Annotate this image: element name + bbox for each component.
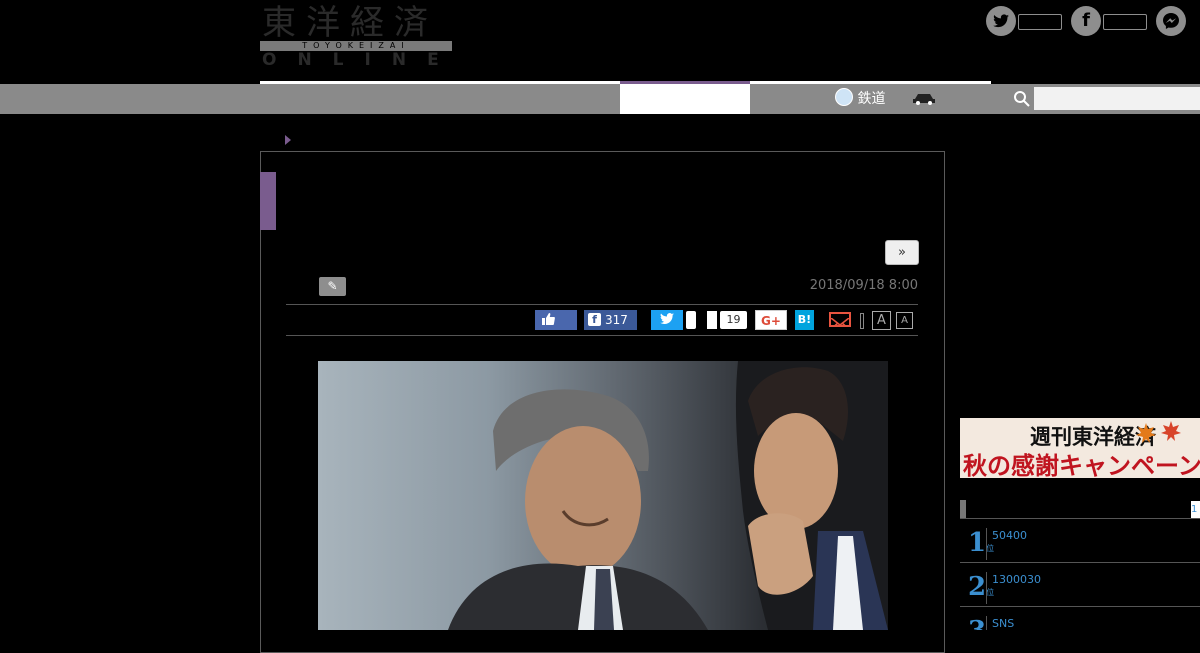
ranking-item[interactable]: 3位 SNS xyxy=(960,606,1200,630)
facebook-icon: f xyxy=(588,313,601,326)
mail-icon[interactable] xyxy=(829,312,851,327)
breadcrumb-arrow-icon xyxy=(285,135,291,145)
facebook-share-count: 317 xyxy=(605,313,628,327)
like-button[interactable] xyxy=(535,310,577,330)
ranking-item[interactable]: 1位 50400 xyxy=(960,518,1200,563)
train-icon xyxy=(835,88,853,106)
twitter-icon[interactable] xyxy=(986,6,1016,36)
rank-divider xyxy=(986,572,987,604)
rank-number: 1位 xyxy=(968,528,995,558)
facebook-icon[interactable]: f xyxy=(1071,6,1101,36)
search-input[interactable] xyxy=(1010,87,1200,110)
twitter-share-button[interactable] xyxy=(651,310,683,330)
share-count: 19 xyxy=(720,311,747,329)
ranking-header xyxy=(960,500,1200,519)
pocket-share-button[interactable] xyxy=(707,311,717,329)
facebook-share-button[interactable]: f 317 xyxy=(584,310,637,330)
thumbs-up-icon xyxy=(542,313,555,325)
ranking-item-title[interactable]: 50400 xyxy=(992,529,1027,542)
nav-item-car[interactable] xyxy=(912,84,936,114)
nav-item-railway[interactable]: 鉄道 xyxy=(835,84,885,114)
maple-leaf-icon xyxy=(1160,420,1182,442)
article-photo xyxy=(318,361,888,630)
ranking-tab[interactable]: 1 xyxy=(1191,501,1200,518)
rank-number: 3位 xyxy=(968,616,994,630)
logo-online[interactable]: ONLINE xyxy=(262,50,454,70)
hatena-bookmark-button[interactable]: B! xyxy=(795,310,814,330)
nav-active-tab[interactable] xyxy=(620,84,750,114)
font-size-divider xyxy=(860,313,864,329)
google-plus-share-button[interactable]: G+ xyxy=(755,310,787,330)
rank-divider xyxy=(986,616,987,630)
nav-item-label: 鉄道 xyxy=(857,91,886,107)
publish-date: 2018/09/18 8:00 xyxy=(809,278,918,293)
share-bottom-divider xyxy=(286,335,918,336)
search-icon xyxy=(1014,91,1030,107)
facebook-count xyxy=(1103,14,1147,30)
rank-divider xyxy=(986,528,987,560)
ranking-item[interactable]: 2位 1300030 xyxy=(960,562,1200,607)
title-accent-bar xyxy=(260,172,276,230)
search-button[interactable] xyxy=(1010,87,1034,110)
banner-subtitle: 秋の感謝キャンペーン xyxy=(963,452,1200,480)
messenger-icon[interactable] xyxy=(1156,6,1186,36)
logo-japanese[interactable]: 東洋経済 xyxy=(262,4,454,42)
rank-number: 2位 xyxy=(968,572,995,602)
next-page-button[interactable]: » xyxy=(885,240,919,265)
business-meeting-image xyxy=(448,361,888,630)
twitter-share-count xyxy=(686,311,696,329)
maple-leaf-icon xyxy=(1135,422,1157,444)
author-icon[interactable]: ✎ xyxy=(319,277,346,296)
car-icon xyxy=(913,94,935,105)
font-large-button[interactable]: A xyxy=(872,311,891,330)
share-top-divider xyxy=(286,304,918,305)
ranking-item-title[interactable]: SNS xyxy=(992,617,1014,630)
ranking-item-title[interactable]: 1300030 xyxy=(992,573,1041,586)
ranking-header-accent xyxy=(960,500,966,518)
twitter-count xyxy=(1018,14,1062,30)
font-small-button[interactable]: A xyxy=(896,312,913,329)
twitter-icon xyxy=(660,313,674,325)
